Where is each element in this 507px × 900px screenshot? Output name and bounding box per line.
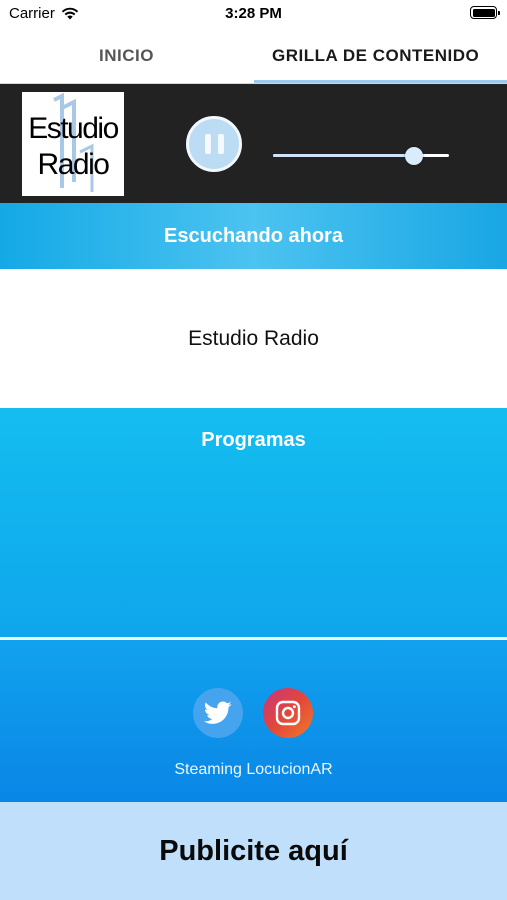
- now-playing-title: Escuchando ahora: [164, 224, 343, 247]
- radio-player: Estudio Radio: [0, 84, 507, 203]
- pause-icon-bar: [217, 134, 224, 154]
- station-name: Estudio Radio: [188, 326, 319, 350]
- battery-icon: [470, 6, 500, 19]
- status-bar: Carrier 3:28 PM: [0, 0, 507, 28]
- instagram-icon: [275, 700, 301, 726]
- social-footer: Steaming LocucionAR: [0, 640, 507, 802]
- status-time: 3:28 PM: [225, 5, 282, 22]
- tab-selected-indicator: [254, 80, 507, 83]
- pause-button[interactable]: [186, 116, 242, 172]
- volume-slider[interactable]: [273, 146, 449, 166]
- station-logo: Estudio Radio: [22, 92, 124, 196]
- credit-text: Steaming LocucionAR: [174, 761, 333, 778]
- logo-text-estudio: Estudio: [28, 112, 119, 145]
- twitter-icon: [204, 701, 232, 724]
- volume-fill: [273, 154, 414, 157]
- ad-label: Publicite aquí: [159, 834, 348, 867]
- tab-bar: INICIO GRILLA DE CONTENIDO: [0, 28, 507, 84]
- programs-title: Programas: [201, 429, 306, 451]
- battery-fill: [472, 8, 495, 17]
- instagram-button[interactable]: [263, 688, 313, 738]
- pause-icon: [204, 134, 211, 154]
- tab-grilla-de-contenido[interactable]: GRILLA DE CONTENIDO: [272, 28, 479, 83]
- tab-inicio[interactable]: INICIO: [0, 28, 253, 83]
- now-playing-header: Escuchando ahora: [0, 203, 507, 269]
- ad-banner[interactable]: Publicite aquí: [0, 802, 507, 900]
- logo-text-radio: Radio: [37, 148, 110, 181]
- now-playing-station: Estudio Radio: [0, 269, 507, 408]
- programs-section: Programas: [0, 408, 507, 637]
- volume-thumb[interactable]: [404, 147, 423, 165]
- twitter-button[interactable]: [193, 688, 243, 738]
